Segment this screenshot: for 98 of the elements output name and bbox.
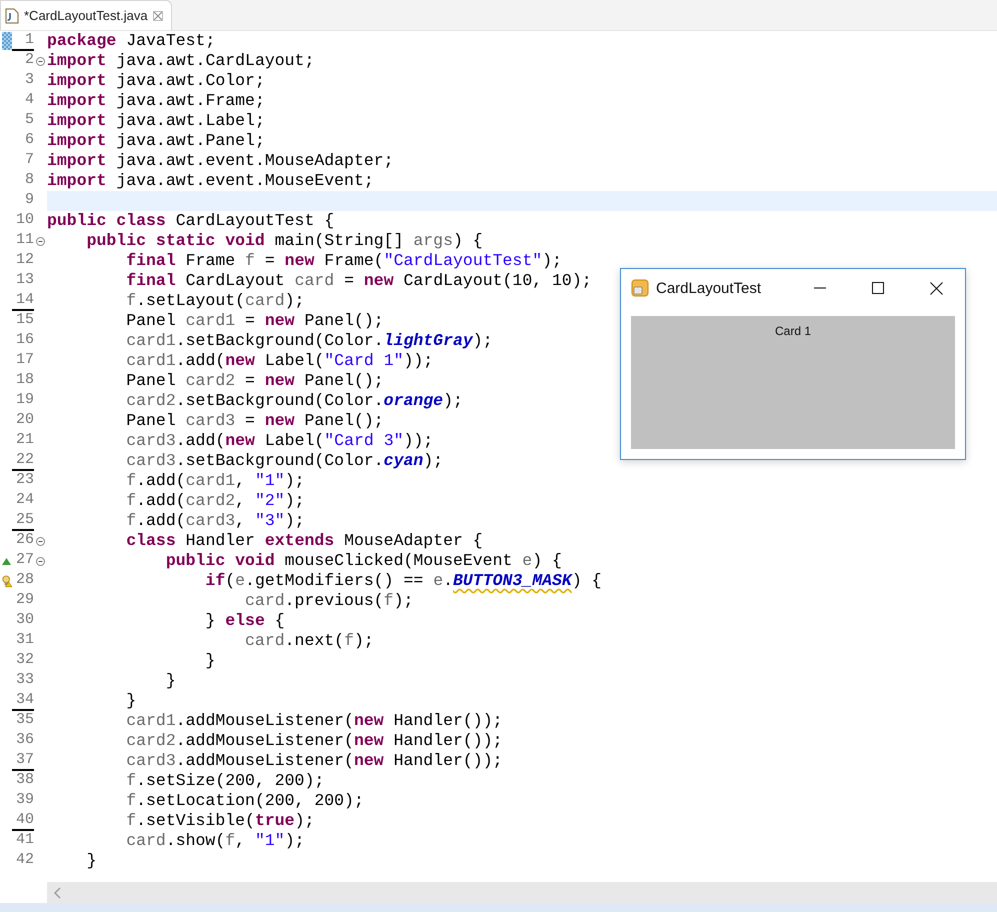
collapse-icon[interactable]	[36, 556, 45, 566]
code-line: public class CardLayoutTest {	[47, 211, 334, 231]
line-number: 24	[14, 491, 34, 510]
line-number: 15	[14, 311, 34, 330]
code-line: import java.awt.CardLayout;	[47, 51, 314, 71]
code-line: }	[164, 671, 176, 691]
line-number: 7	[24, 151, 34, 170]
line-number: 11	[14, 231, 34, 250]
line-number: 26	[14, 531, 34, 550]
close-icon[interactable]	[152, 10, 163, 20]
code-line: card2.addMouseListener(new Handler());	[125, 731, 503, 751]
window-title: CardLayoutTest	[656, 280, 762, 296]
code-line: import java.awt.Label;	[47, 111, 265, 131]
code-line: import java.awt.event.MouseAdapter;	[47, 151, 394, 171]
code-line: final CardLayout card = new CardLayout(10, 10);	[125, 271, 592, 291]
code-line: card1.setBackground(Color.lightGray);	[125, 331, 493, 351]
code-line: } else {	[204, 611, 285, 631]
line-number: 9	[24, 191, 34, 210]
line-number: 14	[12, 291, 34, 311]
line-number: 40	[12, 811, 34, 831]
line-number: 5	[24, 111, 34, 130]
code-line: card.show(f, "1");	[125, 831, 304, 851]
line-number: 42	[14, 851, 34, 870]
code-line: class Handler extends MouseAdapter {	[125, 531, 483, 551]
line-number: 19	[14, 391, 34, 410]
line-number: 34	[12, 691, 34, 711]
code-line: import java.awt.Frame;	[47, 91, 265, 111]
code-line: if(e.getModifiers() == e.BUTTON3_MASK) {	[204, 571, 602, 591]
code-line: f.add(card1, "1");	[125, 471, 304, 491]
line-number: 36	[14, 731, 34, 750]
code-line: Panel card3 = new Panel();	[125, 411, 384, 431]
line-number: 18	[14, 371, 34, 390]
code-line: card1.add(new Label("Card 1"));	[125, 351, 434, 371]
line-number: 29	[14, 591, 34, 610]
line-number: 35	[14, 711, 34, 730]
line-number: 41	[14, 831, 34, 850]
maximize-icon	[872, 282, 884, 294]
code-line: package JavaTest;	[47, 31, 216, 51]
code-line: card3.add(new Label("Card 3"));	[125, 431, 434, 451]
collapse-icon[interactable]	[36, 236, 45, 246]
line-number: 17	[14, 351, 34, 370]
collapse-icon[interactable]	[36, 536, 45, 546]
line-number: 25	[12, 511, 34, 531]
line-number: 13	[14, 271, 34, 290]
code-line: }	[204, 651, 216, 671]
code-line: import java.awt.Color;	[47, 71, 265, 91]
code-line: f.setVisible(true);	[125, 811, 314, 831]
line-number: 3	[24, 71, 34, 90]
line-number: 38	[14, 771, 34, 790]
code-line: card1.addMouseListener(new Handler());	[125, 711, 503, 731]
code-line: }	[86, 851, 97, 871]
code-line: card3.setBackground(Color.cyan);	[125, 451, 444, 471]
close-icon	[930, 282, 942, 294]
code-line: import java.awt.event.MouseEvent;	[47, 171, 374, 191]
line-number: 31	[14, 631, 34, 650]
line-number: 2	[24, 51, 34, 70]
code-line: f.add(card3, "3");	[125, 511, 304, 531]
code-line: card.next(f);	[244, 631, 374, 651]
line-number: 22	[12, 451, 34, 471]
line-number: 30	[14, 611, 34, 630]
editor-tab[interactable]: *CardLayoutTest.java	[0, 0, 172, 30]
line-number: 8	[24, 171, 34, 190]
code-line: }	[125, 691, 136, 711]
line-number: 12	[14, 251, 34, 270]
line-number: 4	[24, 91, 34, 110]
java-file-icon	[5, 8, 19, 24]
code-line: import java.awt.Panel;	[47, 131, 265, 151]
line-number: 1	[12, 31, 34, 51]
line-number: 6	[24, 131, 34, 150]
code-line: f.add(card2, "2");	[125, 491, 304, 511]
line-number: 32	[14, 651, 34, 670]
line-number: 27	[14, 551, 34, 570]
code-line: final Frame f = new Frame("CardLayoutTest");	[125, 251, 562, 271]
code-line: card3.addMouseListener(new Handler());	[125, 751, 503, 771]
card-label: Card 1	[774, 324, 812, 339]
line-number: 39	[14, 791, 34, 810]
code-line: f.setLocation(200, 200);	[125, 791, 364, 811]
line-number: 37	[12, 751, 34, 771]
code-line: public void mouseClicked(MouseEvent e) {	[164, 551, 562, 571]
line-number: 33	[14, 671, 34, 690]
line-number: 20	[14, 411, 34, 430]
line-number: 21	[14, 431, 34, 450]
code-line: f.setSize(200, 200);	[125, 771, 324, 791]
code-line: f.setLayout(card);	[125, 291, 304, 311]
code-line: card.previous(f);	[244, 591, 414, 611]
code-line: public static void main(String[] args) {	[86, 231, 483, 251]
warning-icon[interactable]	[2, 574, 12, 588]
collapse-icon[interactable]	[36, 56, 45, 66]
code-line: Panel card2 = new Panel();	[125, 371, 384, 391]
line-number: 23	[14, 471, 34, 490]
scroll-left-icon[interactable]	[53, 886, 61, 898]
line-number: 16	[14, 331, 34, 350]
line-number: 28	[14, 571, 34, 590]
horizontal-scrollbar[interactable]	[47, 882, 997, 903]
code-line: Panel card1 = new Panel();	[125, 311, 384, 331]
code-line: card2.setBackground(Color.orange);	[125, 391, 463, 411]
minimize-icon	[814, 287, 826, 289]
line-number: 10	[14, 211, 34, 230]
